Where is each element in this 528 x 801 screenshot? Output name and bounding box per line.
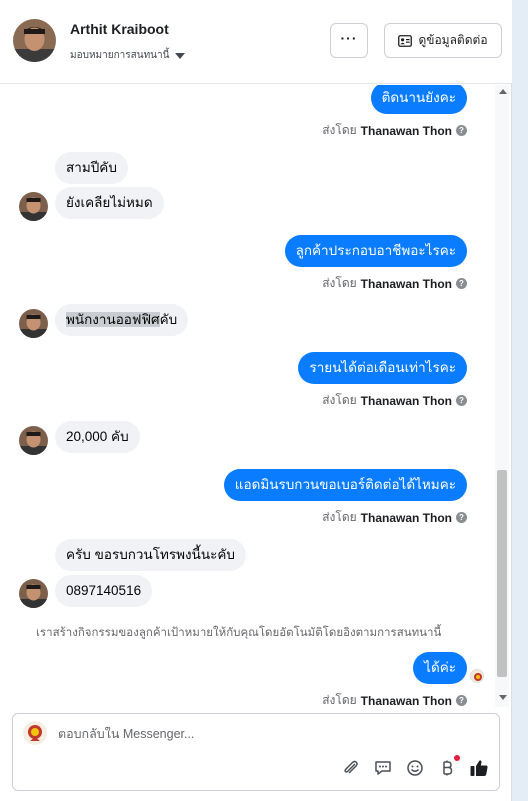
scroll-down-arrow[interactable] [499, 695, 507, 700]
incoming-message[interactable]: 20,000 คับ [55, 421, 140, 453]
attach-icon [344, 760, 358, 774]
sender-name: Thanawan Thon [360, 510, 452, 525]
incoming-message[interactable]: พนักงานออฟฟิศคับ [55, 304, 189, 336]
outgoing-message[interactable]: ลูกค้าประกอบอาชีพอะไรคะ [284, 235, 467, 267]
like-icon [470, 760, 488, 776]
sender-name: Thanawan Thon [360, 693, 452, 708]
incoming-message[interactable]: 0897140516 [55, 575, 153, 607]
contact-info-label: ดูข้อมูลติดต่อ [418, 33, 488, 47]
contact-avatar-small [19, 309, 48, 338]
conversation-header: Arthit Kraiboot มอบหมายการสนทนานี้ ··· ด… [0, 0, 512, 84]
system-note: เราสร้างกิจกรรมของลูกค้าเป้าหมายให้กับคุ… [36, 627, 442, 639]
contact-card-icon [398, 34, 413, 47]
scroll-thumb[interactable] [497, 470, 507, 677]
like-button[interactable] [469, 758, 489, 778]
info-icon[interactable]: ? [456, 695, 467, 706]
sent-by-label: ส่งโดย Thanawan Thon ? [322, 691, 467, 707]
sent-by-label: ส่งโดย Thanawan Thon ? [322, 274, 467, 293]
selected-text: พนักงานออฟฟิศ [66, 312, 160, 327]
outgoing-message[interactable]: ได้ค่ะ [413, 652, 467, 684]
caret-down-icon [175, 52, 186, 59]
message-thread: ติดนานยังคะ ส่งโดย Thanawan Thon ? สามปี… [0, 85, 512, 707]
contact-avatar-small [19, 426, 48, 455]
outgoing-message[interactable]: แอดมินรบกวนขอเบอร์ติดต่อได้ไหมคะ [223, 469, 467, 501]
conversation-panel: Arthit Kraiboot มอบหมายการสนทนานี้ ··· ด… [0, 0, 512, 801]
quick-reply-button[interactable] [373, 758, 393, 778]
more-icon: ··· [340, 29, 358, 46]
payment-button[interactable] [437, 755, 460, 778]
info-icon[interactable]: ? [456, 395, 467, 406]
sent-by-label: ส่งโดย Thanawan Thon ? [322, 508, 467, 527]
scroll-up-arrow[interactable] [499, 89, 507, 94]
sender-name: Thanawan Thon [360, 123, 452, 138]
contact-avatar[interactable] [13, 19, 56, 62]
outgoing-message[interactable]: ติดนานยังคะ [370, 85, 467, 114]
payment-icon [443, 760, 453, 776]
incoming-message[interactable]: ยังเคลียไม่หมด [55, 187, 164, 219]
window-edge [512, 0, 528, 801]
assign-label: มอบหมายการสนทนานี้ [70, 50, 170, 61]
emoji-icon [407, 760, 423, 776]
incoming-message[interactable]: ครับ ขอรบกวนโทรพงนี้นะคับ [55, 539, 246, 571]
sent-by-label: ส่งโดย Thanawan Thon ? [322, 121, 467, 140]
outgoing-message[interactable]: รายนได้ต่อเดือนเท่าไรคะ [298, 352, 467, 384]
sender-name: Thanawan Thon [360, 276, 452, 291]
view-contact-info-button[interactable]: ดูข้อมูลติดต่อ [384, 23, 502, 58]
reply-composer [12, 713, 500, 791]
more-options-button[interactable]: ··· [330, 23, 368, 58]
sent-by-label: ส่งโดย Thanawan Thon ? [322, 391, 467, 410]
notification-dot [454, 755, 460, 761]
contact-avatar-small [19, 192, 48, 221]
emoji-button[interactable] [405, 758, 425, 778]
reply-input[interactable] [58, 727, 478, 741]
info-icon[interactable]: ? [456, 125, 467, 136]
chat-scrollbar[interactable] [495, 85, 509, 707]
contact-name[interactable]: Arthit Kraiboot [70, 21, 169, 37]
quick-reply-icon [375, 761, 391, 775]
seen-by-avatar [470, 669, 484, 683]
page-avatar [23, 721, 47, 745]
contact-avatar-small [19, 579, 48, 608]
incoming-message[interactable]: สามปีคับ [55, 152, 128, 184]
info-icon[interactable]: ? [456, 278, 467, 289]
attach-button[interactable] [341, 758, 361, 778]
info-icon[interactable]: ? [456, 512, 467, 523]
assign-conversation-dropdown[interactable]: มอบหมายการสนทนานี้ [70, 48, 186, 63]
sender-name: Thanawan Thon [360, 393, 452, 408]
